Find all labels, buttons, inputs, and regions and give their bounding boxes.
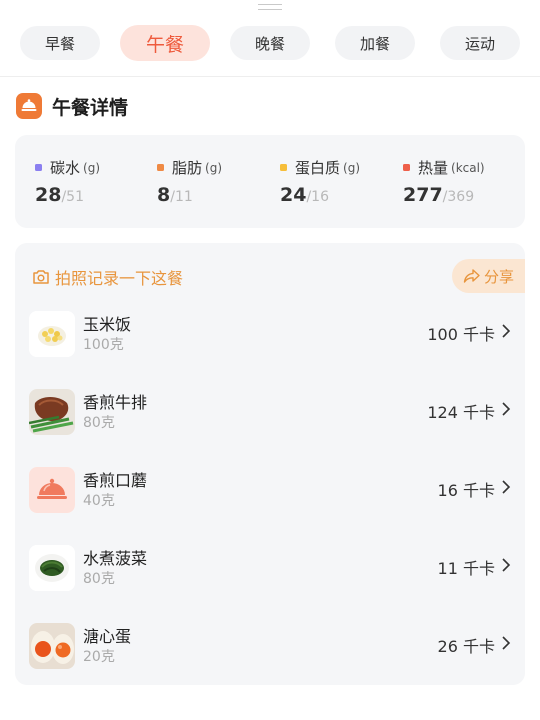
chevron-right-icon: [502, 324, 511, 338]
macro-unit: (g): [205, 160, 222, 175]
soft-boiled-egg-thumb: [29, 623, 75, 669]
fat-dot: [157, 164, 164, 171]
tab-snack[interactable]: 加餐: [335, 26, 415, 60]
food-weight: 40克: [83, 493, 115, 509]
macro-target: /51: [61, 189, 84, 205]
food-weight: 100克: [83, 337, 124, 353]
food-calories: 16 千卡: [437, 481, 495, 500]
food-calories: 124 千卡: [427, 403, 495, 422]
food-weight: 20克: [83, 649, 115, 665]
food-item-corn-rice[interactable]: 玉米饭 100克 100 千卡: [15, 307, 525, 363]
steak-thumb: [29, 389, 75, 435]
photo-record-button[interactable]: 拍照记录一下这餐: [32, 265, 183, 289]
food-item-steak[interactable]: 香煎牛排 80克 124 千卡: [15, 385, 525, 441]
macro-name: 热量: [418, 159, 449, 177]
macro-unit: (g): [83, 160, 100, 175]
cloche-placeholder-thumb: [29, 467, 75, 513]
camera-icon: [33, 270, 49, 284]
meal-cloche-icon: [16, 93, 42, 119]
food-name: 香煎口蘑: [83, 471, 148, 490]
macro-target: /369: [442, 189, 475, 205]
macro-name: 碳水: [50, 159, 81, 177]
macro-value: 24: [280, 184, 307, 206]
macro-summary-card: 碳水 (g) 28/51 脂肪 (g) 8/11 蛋白质 (g) 24/16 热量 (k…: [15, 135, 525, 228]
food-list-card: 拍照记录一下这餐 分享 玉米饭 100克 100 千卡 香煎牛排 80克 124…: [15, 243, 525, 685]
calories-dot: [403, 164, 410, 171]
tab-dinner[interactable]: 晚餐: [230, 26, 310, 60]
share-icon: [463, 269, 480, 283]
meal-tab-bar: 早餐 午餐 晚餐 加餐 运动: [0, 25, 540, 64]
divider: [0, 76, 540, 77]
tab-lunch[interactable]: 午餐: [120, 25, 210, 61]
macro-target: /11: [170, 189, 193, 205]
macro-calories: 热量 (kcal) 277/369: [403, 157, 485, 206]
food-calories: 11 千卡: [437, 559, 495, 578]
tab-exercise[interactable]: 运动: [440, 26, 520, 60]
food-item-mushroom[interactable]: 香煎口蘑 40克 16 千卡: [15, 463, 525, 519]
food-item-soft-egg[interactable]: 溏心蛋 20克 26 千卡: [15, 619, 525, 675]
tab-breakfast[interactable]: 早餐: [20, 26, 100, 60]
food-calories: 100 千卡: [427, 325, 495, 344]
corn-rice-thumb: [29, 311, 75, 357]
macro-unit: (g): [343, 160, 360, 175]
food-name: 溏心蛋: [83, 627, 132, 646]
food-name: 玉米饭: [83, 315, 132, 334]
macro-fat: 脂肪 (g) 8/11: [157, 157, 222, 206]
chevron-right-icon: [502, 636, 511, 650]
macro-protein: 蛋白质 (g) 24/16: [280, 157, 360, 206]
photo-record-label: 拍照记录一下这餐: [55, 269, 184, 288]
spinach-thumb: [29, 545, 75, 591]
macro-value: 8: [157, 184, 171, 206]
chevron-right-icon: [502, 402, 511, 416]
share-button[interactable]: 分享: [452, 259, 525, 293]
protein-dot: [280, 164, 287, 171]
food-weight: 80克: [83, 415, 115, 431]
food-item-spinach[interactable]: 水煮菠菜 80克 11 千卡: [15, 541, 525, 597]
macro-name: 脂肪: [172, 159, 203, 177]
macro-value: 28: [35, 184, 62, 206]
carbs-dot: [35, 164, 42, 171]
food-name: 香煎牛排: [83, 393, 148, 412]
page-title: 午餐详情: [52, 96, 129, 119]
food-weight: 80克: [83, 571, 115, 587]
chevron-right-icon: [502, 480, 511, 494]
drag-handle[interactable]: [258, 4, 282, 10]
food-name: 水煮菠菜: [83, 549, 148, 568]
macro-carbs: 碳水 (g) 28/51: [35, 157, 100, 206]
section-header: 午餐详情: [16, 92, 128, 120]
food-calories: 26 千卡: [437, 637, 495, 656]
macro-name: 蛋白质: [295, 159, 341, 177]
share-label: 分享: [483, 267, 514, 286]
macro-value: 277: [403, 184, 443, 206]
macro-unit: (kcal): [451, 160, 485, 175]
chevron-right-icon: [502, 558, 511, 572]
macro-target: /16: [306, 189, 329, 205]
